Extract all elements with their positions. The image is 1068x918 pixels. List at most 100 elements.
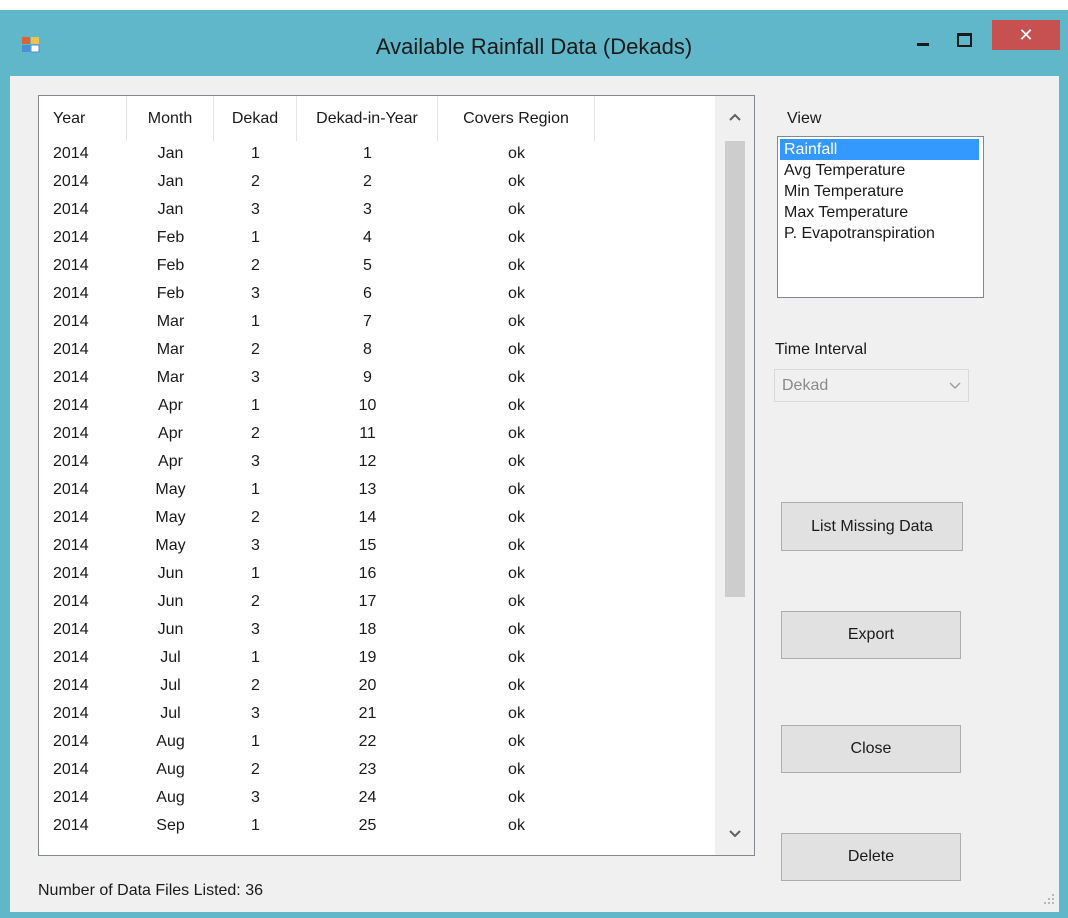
cell-year: 2014 [53, 509, 89, 526]
cell-dekad: 3 [251, 621, 260, 638]
delete-button[interactable]: Delete [781, 833, 961, 881]
cell-covers-region: ok [508, 565, 525, 582]
table-row[interactable]: 2014 Jan 3 3 ok [39, 197, 715, 225]
export-button[interactable]: Export [781, 611, 961, 659]
view-option[interactable]: Max Temperature [780, 202, 979, 223]
table-row[interactable]: 2014 Jul 3 21 ok [39, 701, 715, 729]
table-row[interactable]: 2014 Mar 2 8 ok [39, 337, 715, 365]
size-grip-icon[interactable] [1040, 890, 1056, 906]
table-row[interactable]: 2014 Sep 1 25 ok [39, 813, 715, 841]
table-row[interactable]: 2014 Aug 3 24 ok [39, 785, 715, 813]
view-option[interactable]: Rainfall [780, 139, 979, 160]
cell-dekad-in-year: 14 [358, 509, 377, 526]
cell-year: 2014 [53, 537, 89, 554]
cell-dekad: 3 [251, 285, 260, 302]
column-header-year[interactable]: Year [39, 96, 127, 141]
cell-month: May [155, 509, 186, 526]
cell-year: 2014 [53, 789, 89, 806]
cell-month: Jul [160, 705, 181, 722]
cell-covers-region: ok [508, 341, 525, 358]
cell-month: Aug [156, 789, 185, 806]
table-row[interactable]: 2014 May 2 14 ok [39, 505, 715, 533]
cell-dekad: 3 [251, 789, 260, 806]
table-row[interactable]: 2014 Apr 1 10 ok [39, 393, 715, 421]
cell-dekad: 3 [251, 201, 260, 218]
cell-year: 2014 [53, 677, 89, 694]
cell-year: 2014 [53, 593, 89, 610]
column-header-covers-region[interactable]: Covers Region [438, 96, 595, 141]
cell-covers-region: ok [508, 481, 525, 498]
table-row[interactable]: 2014 Mar 3 9 ok [39, 365, 715, 393]
cell-covers-region: ok [508, 229, 525, 246]
column-header-month[interactable]: Month [127, 96, 214, 141]
close-window-button[interactable]: ✕ [992, 20, 1060, 50]
view-option[interactable]: Avg Temperature [780, 160, 979, 181]
table-row[interactable]: 2014 Feb 3 6 ok [39, 281, 715, 309]
view-option[interactable]: P. Evapotranspiration [780, 223, 979, 244]
table-row[interactable]: 2014 May 3 15 ok [39, 533, 715, 561]
table-row[interactable]: 2014 Jun 2 17 ok [39, 589, 715, 617]
cell-covers-region: ok [508, 425, 525, 442]
minimize-button[interactable] [905, 26, 941, 56]
cell-year: 2014 [53, 565, 89, 582]
scroll-thumb[interactable] [725, 141, 745, 597]
table-row[interactable]: 2014 Aug 1 22 ok [39, 729, 715, 757]
cell-dekad-in-year: 3 [363, 201, 372, 218]
time-interval-select[interactable]: Dekad [774, 369, 969, 402]
cell-dekad-in-year: 17 [358, 593, 377, 610]
cell-month: Mar [156, 369, 185, 386]
cell-dekad-in-year: 6 [363, 285, 372, 302]
table-row[interactable]: 2014 Mar 1 7 ok [39, 309, 715, 337]
cell-dekad-in-year: 13 [358, 481, 377, 498]
table-row[interactable]: 2014 Apr 3 12 ok [39, 449, 715, 477]
view-listbox[interactable]: Rainfall Avg Temperature Min Temperature Ma… [777, 136, 984, 298]
table-row[interactable]: 2014 Jul 2 20 ok [39, 673, 715, 701]
cell-dekad: 1 [251, 733, 260, 750]
list-missing-data-button[interactable]: List Missing Data [781, 502, 963, 551]
table-row[interactable]: 2014 Jun 3 18 ok [39, 617, 715, 645]
cell-covers-region: ok [508, 173, 525, 190]
cell-year: 2014 [53, 201, 89, 218]
cell-month: Feb [156, 285, 185, 302]
table-row[interactable]: 2014 May 1 13 ok [39, 477, 715, 505]
cell-month: Jan [157, 145, 184, 162]
table-row[interactable]: 2014 Apr 2 11 ok [39, 421, 715, 449]
cell-month: Mar [156, 341, 185, 358]
cell-dekad-in-year: 22 [358, 733, 377, 750]
data-files-list[interactable]: Year Month Dekad Dekad-in-Year Covers Re… [38, 95, 755, 856]
cell-month: Feb [156, 257, 185, 274]
cell-year: 2014 [53, 173, 89, 190]
view-option[interactable]: Min Temperature [780, 181, 979, 202]
title-bar[interactable]: Available Rainfall Data (Dekads) ✕ [0, 10, 1068, 76]
cell-covers-region: ok [508, 537, 525, 554]
list-scrollbar[interactable] [715, 96, 754, 855]
table-row[interactable]: 2014 Jun 1 16 ok [39, 561, 715, 589]
column-header-dekad-in-year[interactable]: Dekad-in-Year [297, 96, 438, 141]
scroll-up-icon[interactable] [715, 96, 754, 138]
cell-covers-region: ok [508, 397, 525, 414]
cell-covers-region: ok [508, 733, 525, 750]
cell-year: 2014 [53, 817, 89, 834]
cell-covers-region: ok [508, 509, 525, 526]
scroll-down-icon[interactable] [715, 813, 754, 855]
cell-dekad: 1 [251, 649, 260, 666]
cell-month: May [155, 481, 186, 498]
cell-covers-region: ok [508, 593, 525, 610]
cell-dekad: 1 [251, 565, 260, 582]
table-row[interactable]: 2014 Feb 2 5 ok [39, 253, 715, 281]
cell-covers-region: ok [508, 677, 525, 694]
close-button[interactable]: Close [781, 725, 961, 773]
table-row[interactable]: 2014 Jan 2 2 ok [39, 169, 715, 197]
cell-month: Jul [160, 649, 181, 666]
cell-dekad-in-year: 8 [363, 341, 372, 358]
cell-year: 2014 [53, 733, 89, 750]
maximize-button[interactable] [943, 26, 983, 56]
table-row[interactable]: 2014 Aug 2 23 ok [39, 757, 715, 785]
table-row[interactable]: 2014 Jul 1 19 ok [39, 645, 715, 673]
column-header-dekad[interactable]: Dekad [214, 96, 297, 141]
cell-dekad: 2 [251, 257, 260, 274]
cell-covers-region: ok [508, 789, 525, 806]
dropdown-arrow-icon [949, 382, 961, 390]
table-row[interactable]: 2014 Jan 1 1 ok [39, 141, 715, 169]
table-row[interactable]: 2014 Feb 1 4 ok [39, 225, 715, 253]
